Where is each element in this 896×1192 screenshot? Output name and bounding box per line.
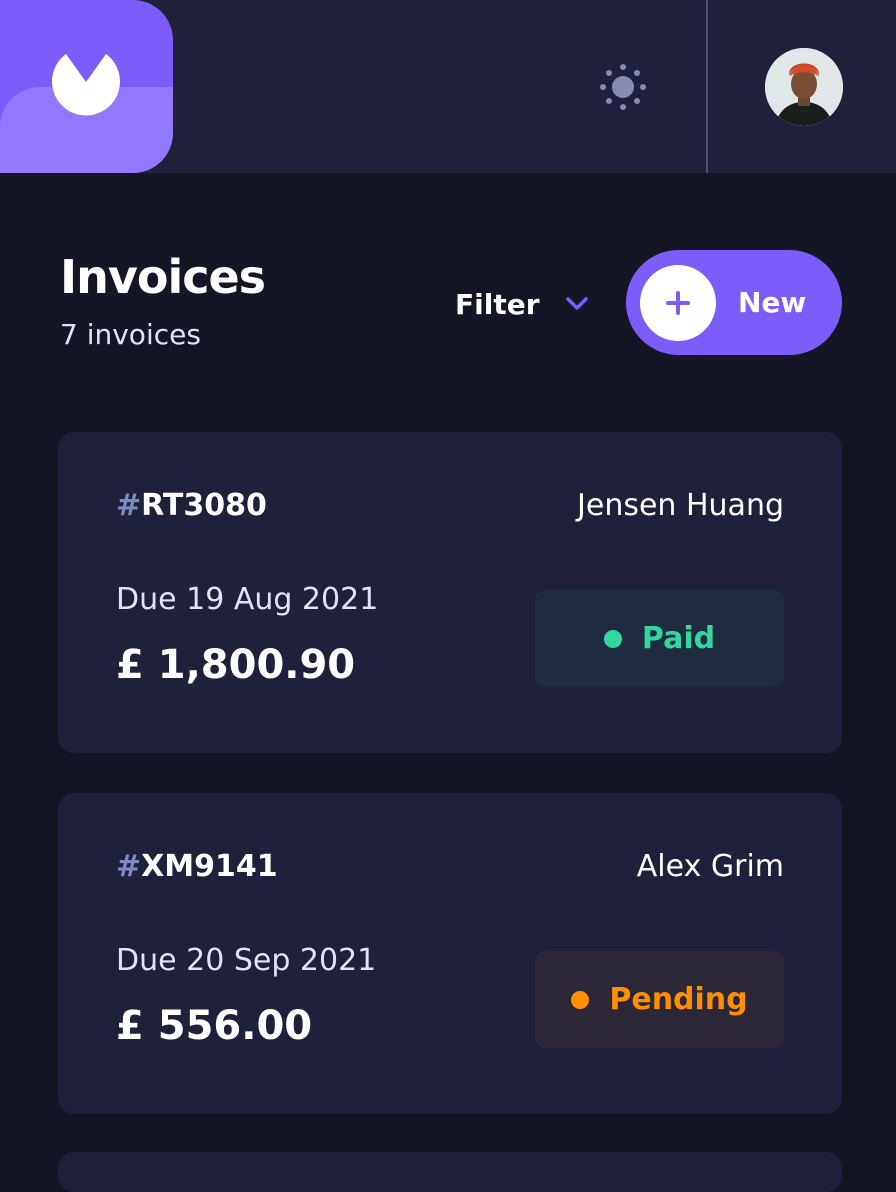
invoice-id-hash: #: [116, 488, 142, 523]
plus-circle: [640, 264, 716, 341]
invoice-id: #RT3080: [116, 488, 267, 523]
sun-icon: [600, 64, 646, 110]
filter-label: Filter: [455, 287, 540, 321]
invoice-card[interactable]: #XM9141 Alex Grim Due 20 Sep 2021 £ 556.…: [58, 793, 842, 1114]
new-button-label: New: [738, 286, 807, 319]
status-label: Paid: [641, 621, 716, 656]
status-dot-icon: [603, 629, 622, 648]
new-invoice-button[interactable]: New: [626, 250, 842, 355]
client-name: Jensen Huang: [577, 488, 784, 523]
status-dot-icon: [571, 990, 590, 1009]
invoice-id: #XM9141: [116, 849, 278, 884]
chevron-down-icon: [565, 297, 588, 310]
due-date: Due 20 Sep 2021: [116, 943, 377, 978]
invoice-id-value: RT3080: [141, 488, 267, 523]
top-bar: [0, 0, 896, 173]
client-name: Alex Grim: [636, 849, 784, 884]
invoice-count: 7 invoices: [60, 318, 201, 351]
invoice-id-value: XM9141: [141, 849, 278, 884]
theme-toggle-button[interactable]: [598, 62, 648, 112]
logo-icon: [52, 54, 120, 116]
invoice-id-hash: #: [116, 849, 142, 884]
status-badge: Paid: [535, 590, 784, 687]
plus-icon: [666, 290, 690, 315]
user-avatar-icon: [765, 48, 843, 126]
avatar[interactable]: [765, 48, 843, 126]
due-date: Due 19 Aug 2021: [116, 582, 379, 617]
page-title: Invoices: [60, 250, 266, 304]
logo[interactable]: [0, 0, 173, 173]
invoice-amount: £ 1,800.90: [116, 642, 356, 688]
invoice-card[interactable]: #RT3080 Jensen Huang Due 19 Aug 2021 £ 1…: [58, 432, 842, 753]
invoice-card[interactable]: [58, 1152, 842, 1192]
status-badge: Pending: [535, 951, 784, 1048]
filter-dropdown[interactable]: Filter: [455, 284, 588, 324]
invoice-amount: £ 556.00: [116, 1003, 313, 1049]
header-divider: [706, 0, 708, 173]
status-label: Pending: [609, 982, 748, 1017]
